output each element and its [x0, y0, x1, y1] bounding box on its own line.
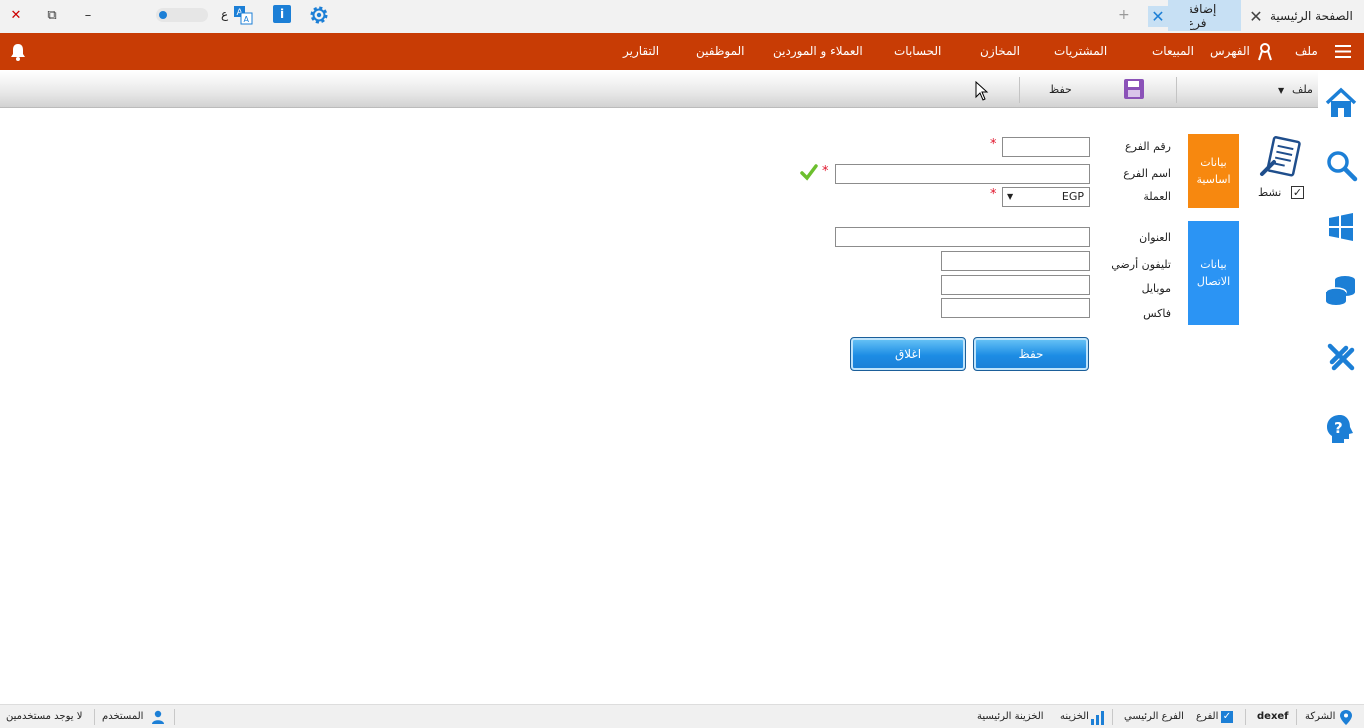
- basic-data-section-button[interactable]: بيانات اساسية: [1188, 134, 1239, 208]
- svg-text:?: ?: [1334, 419, 1343, 437]
- required-asterisk: *: [990, 137, 997, 152]
- required-asterisk: *: [822, 164, 829, 179]
- active-label: نشط: [1258, 186, 1282, 199]
- menu-accounts[interactable]: الحسابات: [894, 33, 941, 70]
- contact-data-section-label: بيانات الاتصال: [1196, 258, 1231, 288]
- translate-icon[interactable]: AA: [233, 5, 253, 25]
- mobile-label: موبايل: [1141, 282, 1171, 295]
- coins-database-icon[interactable]: [1324, 272, 1358, 306]
- company-label: الشركة: [1305, 711, 1336, 722]
- status-separator: [174, 709, 175, 725]
- toolbar-divider: [1176, 77, 1177, 103]
- menu-sales[interactable]: المبيعات: [1152, 33, 1194, 70]
- tab-home-label: الصفحة الرئيسية: [1270, 8, 1353, 23]
- branch-number-label: رقم الفرع: [1125, 140, 1171, 153]
- basic-data-section-label: بيانات اساسية: [1196, 156, 1231, 186]
- status-separator: [94, 709, 95, 725]
- branch-number-input[interactable]: [1002, 137, 1090, 157]
- main-menu-bar: التقارير الموظفين العملاء و الموردين الح…: [0, 33, 1364, 70]
- status-separator: [1296, 709, 1297, 725]
- tools-icon[interactable]: [1324, 340, 1358, 374]
- windows-icon[interactable]: [1324, 210, 1358, 244]
- menu-employees[interactable]: الموظفين: [696, 33, 745, 70]
- status-separator: [1112, 709, 1113, 725]
- toolbar-file-menu[interactable]: ملف: [1292, 83, 1313, 96]
- toolbar: حفظ ▼ ملف: [0, 71, 1318, 108]
- branch-name-label: اسم الفرع: [1123, 167, 1171, 180]
- treasury-label: الخزينه: [1060, 711, 1089, 722]
- tab-add-branch-label: إضافة فرع: [1187, 1, 1217, 30]
- notifications-bell-icon[interactable]: [8, 42, 28, 62]
- fax-label: فاكس: [1143, 307, 1171, 320]
- toolbar-save-label[interactable]: حفظ: [1049, 83, 1072, 96]
- active-checkbox[interactable]: ✓: [1291, 186, 1304, 199]
- tab-home-close-icon[interactable]: ✕: [1246, 6, 1266, 27]
- contact-data-section-button[interactable]: بيانات الاتصال: [1188, 221, 1239, 325]
- branch-name-input[interactable]: [835, 164, 1090, 184]
- users-value: لا يوجد مستخدمين: [6, 711, 83, 722]
- close-button[interactable]: اغلاق: [850, 337, 966, 371]
- landline-input[interactable]: [941, 251, 1090, 271]
- theme-toggle[interactable]: [156, 8, 208, 22]
- menu-reports[interactable]: التقارير: [623, 33, 659, 70]
- ribbon-icon: [1258, 43, 1272, 61]
- menu-file[interactable]: ملف: [1295, 33, 1318, 70]
- search-icon[interactable]: [1324, 148, 1358, 182]
- address-label: العنوان: [1139, 231, 1171, 244]
- svg-text:A: A: [244, 15, 250, 24]
- required-asterisk: *: [990, 187, 997, 202]
- currency-select[interactable]: ▼ EGP: [1002, 187, 1090, 207]
- new-tab-button[interactable]: +: [1118, 7, 1130, 23]
- window-close-button[interactable]: ✕: [5, 6, 27, 26]
- mobile-input[interactable]: [941, 275, 1090, 295]
- save-floppy-icon[interactable]: [1123, 78, 1145, 100]
- currency-label: العملة: [1143, 190, 1171, 203]
- tab-add-branch[interactable]: إضافة فرع: [1187, 0, 1241, 31]
- right-sidebar: ?: [1318, 70, 1364, 704]
- address-input[interactable]: [835, 227, 1090, 247]
- treasury-value: الخزينة الرئيسية: [977, 711, 1044, 722]
- window-minimize-button[interactable]: –: [77, 6, 99, 26]
- valid-check-icon: [800, 163, 818, 181]
- file-dropdown-caret-icon[interactable]: ▼: [1278, 86, 1284, 95]
- user-label: المستخدم: [102, 711, 144, 722]
- status-separator: [1245, 709, 1246, 725]
- treasury-bars-icon: [1090, 710, 1106, 725]
- currency-value: EGP: [1061, 190, 1084, 203]
- landline-label: تليفون أرضي: [1111, 258, 1171, 271]
- tab-add-branch-bg: [1168, 0, 1190, 31]
- status-bar: لا يوجد مستخدمين المستخدم الخزينة الرئيس…: [0, 704, 1364, 728]
- menu-purchases[interactable]: المشتريات: [1054, 33, 1107, 70]
- app-window: ✕ ⧉ – ع AA i + إضافة فرع ✕ ✕ الصفحة الرئ…: [0, 0, 1364, 728]
- currency-caret-icon: ▼: [1007, 192, 1014, 201]
- save-button[interactable]: حفظ: [973, 337, 1089, 371]
- language-letter: ع: [221, 7, 229, 21]
- branch-check-icon: ✓: [1221, 711, 1233, 723]
- company-value: dexef: [1257, 711, 1289, 722]
- info-icon[interactable]: i: [273, 5, 291, 23]
- branch-label: الفرع: [1196, 711, 1219, 722]
- location-pin-icon: [1340, 710, 1352, 725]
- tab-home[interactable]: الصفحة الرئيسية: [1270, 0, 1364, 31]
- menu-customers-suppliers[interactable]: العملاء و الموردين: [773, 33, 863, 70]
- toolbar-divider: [1019, 77, 1020, 103]
- invoice-document-icon: [1258, 136, 1306, 182]
- settings-gear-icon[interactable]: [307, 3, 331, 27]
- menu-warehouses[interactable]: المخازن: [980, 33, 1020, 70]
- title-bar: ✕ ⧉ – ع AA i + إضافة فرع ✕ ✕ الصفحة الرئ…: [0, 0, 1364, 33]
- tab-add-branch-close-icon[interactable]: ✕: [1148, 6, 1168, 27]
- fax-input[interactable]: [941, 298, 1090, 318]
- user-icon: [151, 710, 165, 724]
- window-restore-button[interactable]: ⧉: [41, 6, 63, 26]
- mouse-cursor-icon: [975, 80, 989, 101]
- hamburger-menu-icon[interactable]: [1335, 45, 1351, 58]
- menu-catalog[interactable]: الفهرس: [1210, 33, 1250, 70]
- toggle-knob: [159, 11, 167, 19]
- home-icon[interactable]: [1324, 86, 1358, 120]
- help-head-icon[interactable]: ?: [1324, 412, 1358, 446]
- branch-value: الفرع الرئيسي: [1124, 711, 1184, 722]
